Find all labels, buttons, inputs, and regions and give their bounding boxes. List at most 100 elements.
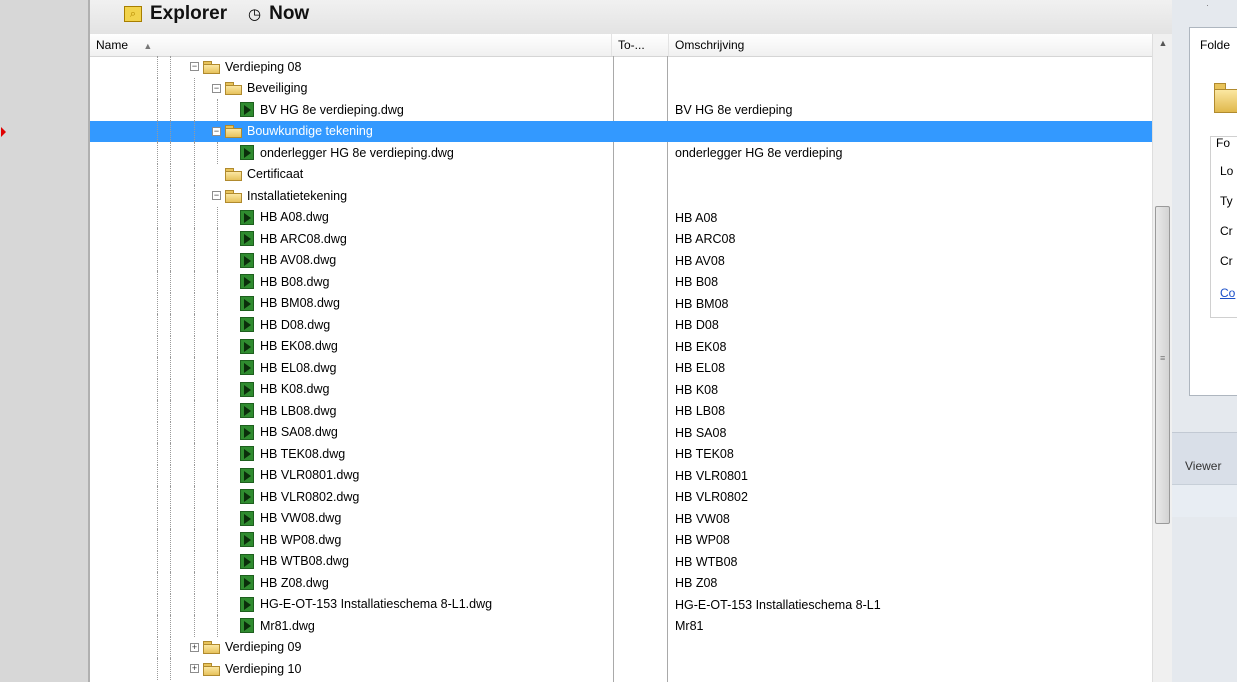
tree-guide-line <box>217 400 218 422</box>
name-cell[interactable]: HB EL08.dwg <box>240 357 336 379</box>
collapse-icon[interactable]: − <box>212 191 221 201</box>
name-cell[interactable]: − Installatietekening <box>212 185 347 207</box>
name-cell[interactable]: HB D08.dwg <box>240 314 330 336</box>
scrollbar-thumb[interactable]: ≡ <box>1155 206 1170 524</box>
item-name: HB WTB08.dwg <box>260 554 349 569</box>
tree-file-row[interactable]: BV HG 8e verdieping.dwg BV HG 8e verdiepi… <box>90 99 1152 121</box>
name-cell[interactable]: Mr81.dwg <box>240 615 315 637</box>
name-cell[interactable]: HB VLR0801.dwg <box>240 465 359 487</box>
name-cell[interactable]: HB ARC08.dwg <box>240 228 347 250</box>
name-cell[interactable]: HG-E-OT-153 Installatieschema 8-L1.dwg <box>240 594 492 616</box>
tree-file-row[interactable]: HB TEK08.dwg HB TEK08 <box>90 443 1152 465</box>
name-cell[interactable]: + Verdieping 09 <box>190 637 301 659</box>
name-cell[interactable]: − Bouwkundige tekening <box>212 121 373 143</box>
name-cell[interactable]: + Verdieping 10 <box>190 658 301 680</box>
tree-file-row[interactable]: HB VW08.dwg HB VW08 <box>90 507 1152 530</box>
tree-file-row[interactable]: HG-E-OT-153 Installatieschema 8-L1.dwg HG… <box>90 593 1152 616</box>
name-cell[interactable]: HB WTB08.dwg <box>240 551 349 573</box>
viewer-label[interactable]: Viewer <box>1185 459 1221 473</box>
tree-guide-line <box>157 615 158 637</box>
tree-guide-line <box>170 292 171 314</box>
omschrijving-cell: HB SA08 <box>675 425 727 440</box>
tree-guide-line <box>170 593 171 615</box>
collapse-icon[interactable]: − <box>212 83 221 93</box>
tree-file-row[interactable]: HB VLR0801.dwg HB VLR0801 <box>90 464 1152 487</box>
tree-folder-row[interactable]: + Verdieping 09 <box>90 636 1152 659</box>
item-name: HB B08.dwg <box>260 274 330 289</box>
tree-guide-line <box>157 163 158 185</box>
name-cell[interactable]: − Beveiliging <box>212 78 307 100</box>
tree-file-row[interactable]: HB A08.dwg HB A08 <box>90 206 1152 229</box>
omschrijving-cell: HB Z08 <box>675 576 718 590</box>
name-cell[interactable]: HB K08.dwg <box>240 379 329 401</box>
tree-file-row[interactable]: HB K08.dwg HB K08 <box>90 378 1152 401</box>
tree-guide-line <box>194 593 195 615</box>
name-cell[interactable]: HB SA08.dwg <box>240 422 338 444</box>
tree-file-row[interactable]: HB B08.dwg HB B08 <box>90 271 1152 293</box>
tree-file-row[interactable]: HB ARC08.dwg HB ARC08 <box>90 228 1152 250</box>
name-cell[interactable]: HB BM08.dwg <box>240 293 340 315</box>
omschrijving-cell: HB AV08 <box>675 253 725 268</box>
name-cell[interactable]: HB TEK08.dwg <box>240 443 345 465</box>
tree-guide-line <box>157 507 158 529</box>
name-cell[interactable]: BV HG 8e verdieping.dwg <box>240 99 404 121</box>
item-name: onderlegger HG 8e verdieping.dwg <box>260 145 454 160</box>
expand-icon[interactable]: + <box>190 642 199 652</box>
tree-file-row[interactable]: Mr81.dwg Mr81 <box>90 615 1152 637</box>
expand-icon[interactable]: + <box>190 664 199 674</box>
tree-guide-line <box>194 507 195 529</box>
tree-folder-row[interactable]: + Verdieping 10 <box>90 658 1152 680</box>
tree-guide-line <box>170 271 171 293</box>
tree-guide-line <box>217 292 218 314</box>
name-cell[interactable]: HB VLR0802.dwg <box>240 486 359 508</box>
name-cell[interactable]: HB Z08.dwg <box>240 572 329 594</box>
name-cell[interactable]: HB EK08.dwg <box>240 336 338 358</box>
tree-file-row[interactable]: HB SA08.dwg HB SA08 <box>90 421 1152 444</box>
explorer-view-button[interactable]: ⌕ Explorer <box>124 2 227 26</box>
tree-file-row[interactable]: HB WP08.dwg HB WP08 <box>90 529 1152 551</box>
name-cell[interactable]: HB B08.dwg <box>240 271 329 293</box>
name-cell[interactable]: HB LB08.dwg <box>240 400 336 422</box>
vertical-scrollbar[interactable]: ▲ ≡ <box>1152 34 1173 682</box>
name-cell[interactable]: Certificaat <box>212 164 303 186</box>
collapse-icon[interactable]: − <box>190 62 199 72</box>
scroll-up-arrow-icon[interactable]: ▲ <box>1156 38 1170 52</box>
tree-file-row[interactable]: HB D08.dwg HB D08 <box>90 314 1152 336</box>
name-cell[interactable]: HB AV08.dwg <box>240 250 336 272</box>
properties-link[interactable]: Co <box>1220 286 1235 300</box>
details-panel: · Folde Fo Lo Ty Cr Cr Co Viewer <box>1172 0 1237 682</box>
large-folder-icon <box>1214 83 1237 113</box>
name-cell[interactable]: onderlegger HG 8e verdieping.dwg <box>240 142 454 164</box>
tree-folder-row[interactable]: − Verdieping 08 <box>90 56 1152 78</box>
name-cell[interactable]: HB WP08.dwg <box>240 529 341 551</box>
column-header-name[interactable]: Name ▲ <box>90 34 612 56</box>
now-view-button[interactable]: ◷ Now <box>248 2 309 26</box>
tree-folder-row[interactable]: − Beveiliging <box>90 77 1152 100</box>
name-cell[interactable]: − Verdieping 08 <box>190 56 301 78</box>
tree-folder-row[interactable]: − Installatietekening <box>90 185 1152 207</box>
tree-file-row[interactable]: HB EK08.dwg HB EK08 <box>90 335 1152 358</box>
column-header-omschrijving[interactable]: Omschrijving <box>669 34 1152 56</box>
tree-file-row[interactable]: HB WTB08.dwg HB WTB08 <box>90 550 1152 573</box>
item-name: BV HG 8e verdieping.dwg <box>260 102 404 117</box>
tree-file-row[interactable]: HB BM08.dwg HB BM08 <box>90 292 1152 315</box>
tree-file-row[interactable]: HB LB08.dwg HB LB08 <box>90 400 1152 422</box>
tree-guide-line <box>194 292 195 314</box>
tree-folder-row[interactable]: − Bouwkundige tekening <box>1 120 1152 143</box>
collapse-icon[interactable]: − <box>212 126 221 136</box>
tree-file-row[interactable]: HB AV08.dwg HB AV08 <box>90 249 1152 272</box>
dwg-file-icon <box>240 575 254 591</box>
name-cell[interactable]: HB VW08.dwg <box>240 508 341 530</box>
name-cell[interactable]: HB A08.dwg <box>240 207 329 229</box>
tree-file-row[interactable]: HB Z08.dwg HB Z08 <box>90 572 1152 594</box>
folder-tab[interactable]: Folde <box>1200 38 1230 52</box>
tree-file-row[interactable]: onderlegger HG 8e verdieping.dwg onderleg… <box>90 142 1152 164</box>
tree-file-row[interactable]: HB EL08.dwg HB EL08 <box>90 357 1152 379</box>
column-header-to[interactable]: To-... <box>612 34 669 56</box>
tree-folder-row[interactable]: Certificaat <box>90 163 1152 186</box>
tree-guide-line <box>157 228 158 250</box>
item-name: HB BM08.dwg <box>260 296 340 311</box>
tree-guide-line <box>194 249 195 271</box>
tree-file-row[interactable]: HB VLR0802.dwg HB VLR0802 <box>90 486 1152 508</box>
tree-guide-line <box>194 529 195 551</box>
